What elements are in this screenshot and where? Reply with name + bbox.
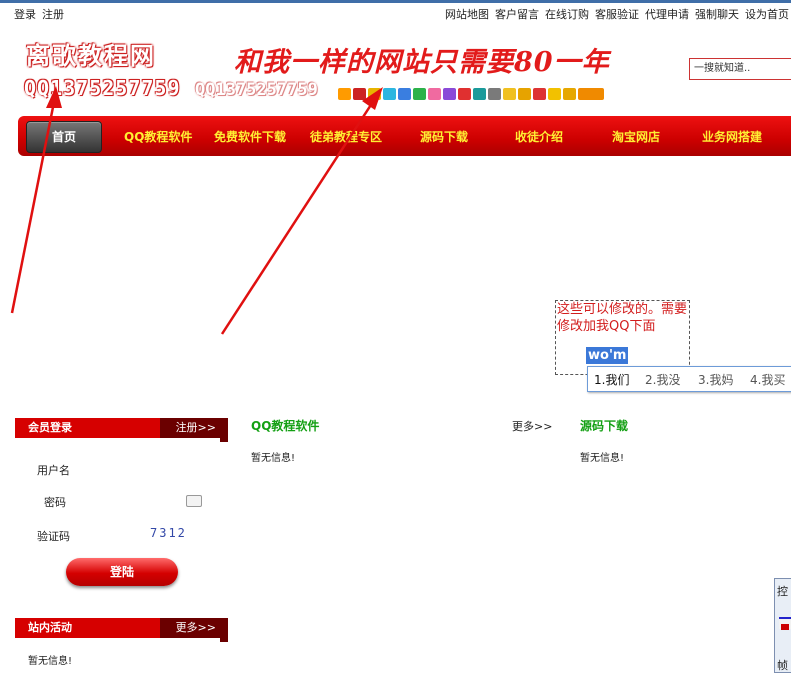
ime-candidate-4[interactable]: 4.我买 — [750, 371, 785, 388]
site-links: 网站地图 客户留言 在线订购 客服验证 代理申请 强制聊天 设为首页 — [445, 6, 791, 22]
service-verify-link[interactable]: 客服验证 — [595, 8, 639, 21]
logo-qq-number-faded: QQ1375257759 — [195, 80, 318, 100]
order-link[interactable]: 在线订购 — [545, 8, 589, 21]
agent-apply-link[interactable]: 代理申请 — [645, 8, 689, 21]
pet-icon — [533, 88, 546, 100]
penguin-icon — [338, 88, 351, 100]
force-chat-link[interactable]: 强制聊天 — [695, 8, 739, 21]
vip-icon — [563, 88, 576, 100]
ime-composition: wo'm — [586, 347, 629, 364]
header-tail — [220, 638, 228, 642]
qq-software-empty-text: 暂无信息! — [251, 453, 296, 464]
login-submit-button[interactable]: 登陆 — [66, 558, 178, 586]
mascot-icon — [353, 88, 366, 100]
diamond-gray-icon — [488, 88, 501, 100]
nav-home-button[interactable]: 首页 — [26, 121, 102, 153]
book-icon — [518, 88, 531, 100]
diamond-pink-icon — [428, 88, 441, 100]
keyboard-icon[interactable] — [186, 495, 202, 507]
captcha-code[interactable]: 7312 — [150, 526, 187, 540]
qq-software-section-title[interactable]: QQ教程软件 — [251, 417, 319, 434]
username-label: 用户名 — [37, 464, 70, 477]
nav-business-site[interactable]: 业务网搭建 — [702, 128, 762, 145]
login-panel-header: 会员登录 注册>> — [15, 418, 228, 442]
sitemap-link[interactable]: 网站地图 — [445, 8, 489, 21]
diamond-yellow-icon — [368, 88, 381, 100]
login-link[interactable]: 登录 — [14, 8, 36, 21]
logo-qq-number: QQ1375257759 — [24, 76, 181, 100]
widget-red-marker — [781, 624, 789, 630]
main-nav: 首页 QQ教程软件 免费软件下载 徒弟教程专区 源码下载 收徒介绍 淘宝网店 业… — [18, 116, 791, 156]
nav-qq-tutorial[interactable]: QQ教程软件 — [124, 128, 192, 145]
nav-apprentice-zone[interactable]: 徒弟教程专区 — [310, 128, 382, 145]
site-logo[interactable]: 离歌教程网 — [26, 36, 156, 71]
set-homepage-link[interactable]: 设为首页 — [745, 8, 789, 21]
music-icon — [503, 88, 516, 100]
nav-free-software[interactable]: 免费软件下载 — [214, 128, 286, 145]
password-label: 密码 — [44, 496, 66, 509]
activity-more-link[interactable]: 更多>> — [160, 618, 228, 638]
editable-note-text[interactable]: 这些可以修改的。需要修改加我QQ下面 — [557, 301, 689, 335]
account-links: 登录 注册 — [14, 6, 70, 22]
nav-taobao-shop[interactable]: 淘宝网店 — [612, 128, 660, 145]
ime-candidate-3[interactable]: 3.我妈 — [698, 371, 733, 388]
ime-candidate-bar: 1.我们 2.我没 3.我妈 4.我买 — [587, 366, 791, 392]
activity-panel-header: 站内活动 更多>> — [15, 618, 228, 642]
guestbook-link[interactable]: 客户留言 — [495, 8, 539, 21]
diamond-blue-icon — [398, 88, 411, 100]
show-icon — [548, 88, 561, 100]
qq-software-more-link[interactable]: 更多>> — [512, 418, 552, 434]
search-input[interactable]: 一搜就知道.. — [689, 58, 791, 80]
header-tail — [220, 438, 228, 442]
activity-empty-text: 暂无信息! — [28, 656, 73, 667]
ime-candidate-2[interactable]: 2.我没 — [645, 371, 680, 388]
ime-candidate-1[interactable]: 1.我们 — [594, 371, 629, 388]
diamond-cyan-icon — [383, 88, 396, 100]
top-link-bar: 登录 注册 网站地图 客户留言 在线订购 客服验证 代理申请 强制聊天 设为首页 — [0, 5, 791, 21]
source-empty-text: 暂无信息! — [580, 453, 625, 464]
window-top-strip — [0, 0, 791, 3]
qq-badge-icons — [338, 88, 604, 102]
diamond-teal-icon — [473, 88, 486, 100]
special-icon — [578, 88, 604, 100]
diamond-green-icon — [413, 88, 426, 100]
diamond-purple-icon — [443, 88, 456, 100]
login-panel-title: 会员登录 — [15, 418, 160, 438]
activity-panel-title: 站内活动 — [15, 618, 160, 638]
widget-top-text: 控 — [777, 585, 788, 598]
register-link[interactable]: 注册 — [42, 8, 64, 21]
floating-control-widget[interactable]: 控 帧 — [774, 578, 791, 673]
captcha-label: 验证码 — [37, 530, 70, 543]
nav-source-download[interactable]: 源码下载 — [420, 128, 468, 145]
header-slogan: 和我一样的网站只需要80一年 — [234, 47, 610, 78]
source-section-title[interactable]: 源码下载 — [580, 417, 628, 434]
nav-apprentice-intro[interactable]: 收徒介绍 — [515, 128, 563, 145]
diamond-red-icon — [458, 88, 471, 100]
register-link-button[interactable]: 注册>> — [160, 418, 228, 438]
